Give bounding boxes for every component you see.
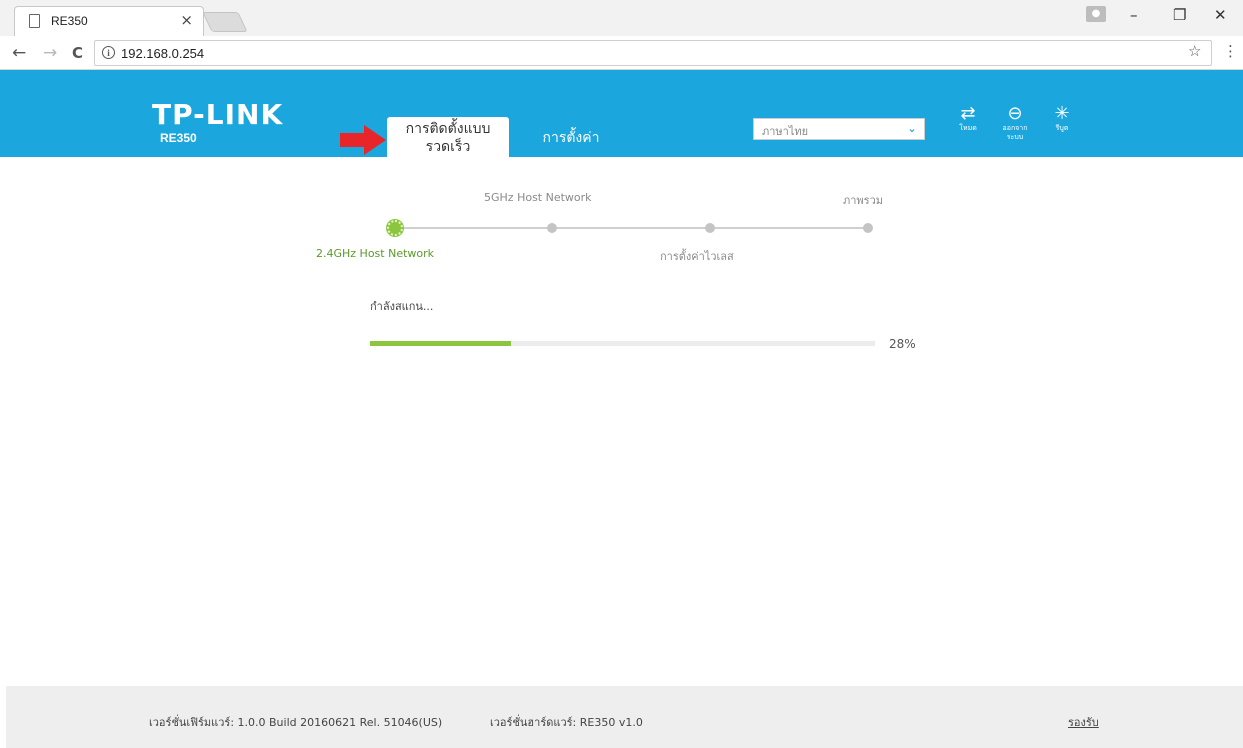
tab-settings[interactable]: การตั้งค่า — [510, 117, 632, 157]
logout-button[interactable]: ⊖ ออกจาก ระบบ — [995, 104, 1035, 142]
scan-progress-percent: 28% — [889, 337, 916, 351]
logout-label: ออกจาก ระบบ — [1002, 124, 1028, 141]
mode-label: โหมด — [959, 124, 977, 132]
minimize-icon[interactable]: – — [1130, 6, 1138, 24]
step-label-wireless: การตั้งค่าไวเลส — [660, 250, 734, 263]
logout-icon: ⊖ — [1007, 103, 1023, 124]
bookmark-star-icon[interactable]: ☆ — [1188, 42, 1201, 60]
mode-icon: ⇄ — [960, 103, 976, 124]
browser-tab[interactable]: RE350 × — [14, 6, 204, 36]
address-toolbar: ← → C i 192.168.0.254 — [0, 36, 1243, 70]
step-dot-24ghz — [387, 220, 403, 236]
url-field[interactable]: i 192.168.0.254 — [94, 40, 1212, 66]
step-dot-wireless — [705, 223, 715, 233]
scan-status: กำลังสแกน... — [370, 300, 434, 313]
step-label-5ghz: 5GHz Host Network — [484, 191, 592, 204]
tab-close-icon[interactable]: × — [180, 11, 193, 29]
router-header: TP-LINK RE350 การติดตั้งแบบ รวดเร็ว การต… — [0, 70, 1243, 157]
new-tab-button[interactable] — [202, 12, 248, 32]
page-icon — [29, 14, 40, 28]
forward-icon[interactable]: → — [43, 43, 57, 63]
tab-quick-setup-line2: รวดเร็ว — [425, 139, 471, 155]
step-label-24ghz: 2.4GHz Host Network — [316, 247, 435, 260]
firmware-version: เวอร์ชั่นเฟิร์มแวร์: 1.0.0 Build 2016062… — [149, 716, 443, 729]
browser-menu-icon[interactable]: ⋮ — [1223, 42, 1238, 60]
back-icon[interactable]: ← — [12, 43, 26, 63]
support-link[interactable]: รองรับ — [1068, 713, 1099, 731]
step-dot-summary — [863, 223, 873, 233]
model-name: RE350 — [160, 131, 197, 145]
chevron-down-icon: ⌄ — [907, 122, 917, 135]
window-close-icon[interactable]: ✕ — [1214, 6, 1227, 24]
reboot-button[interactable]: ✳ รีบูต — [1042, 104, 1082, 133]
reboot-label: รีบูต — [1055, 124, 1069, 132]
tab-title: RE350 — [51, 14, 88, 28]
mode-button[interactable]: ⇄ โหมด — [948, 104, 988, 133]
brand-logo: TP-LINK — [152, 98, 284, 131]
reload-icon[interactable]: C — [72, 44, 83, 62]
browser-tab-strip: RE350 × ● – ❐ ✕ — [0, 0, 1243, 36]
red-arrow-icon — [340, 125, 386, 155]
tab-quick-setup[interactable]: การติดตั้งแบบ รวดเร็ว — [387, 117, 509, 157]
step-dot-5ghz — [547, 223, 557, 233]
reboot-icon: ✳ — [1054, 103, 1070, 124]
hardware-version: เวอร์ชั่นฮาร์ดแวร์: RE350 v1.0 — [490, 716, 643, 729]
scan-progress-fill — [370, 341, 512, 346]
language-select[interactable]: ภาษาไทย ⌄ — [753, 118, 925, 140]
scan-progress-bar — [370, 341, 875, 346]
profile-icon[interactable]: ● — [1086, 6, 1106, 22]
page-footer: เวอร์ชั่นเฟิร์มแวร์: 1.0.0 Build 2016062… — [6, 686, 1243, 748]
tab-quick-setup-line1: การติดตั้งแบบ — [405, 121, 491, 137]
stepper-track — [395, 227, 868, 229]
url-text[interactable]: 192.168.0.254 — [121, 46, 204, 61]
language-selected: ภาษาไทย — [762, 125, 809, 138]
step-label-summary: ภาพรวม — [843, 194, 884, 207]
info-icon[interactable]: i — [102, 46, 115, 59]
restore-icon[interactable]: ❐ — [1173, 6, 1186, 24]
